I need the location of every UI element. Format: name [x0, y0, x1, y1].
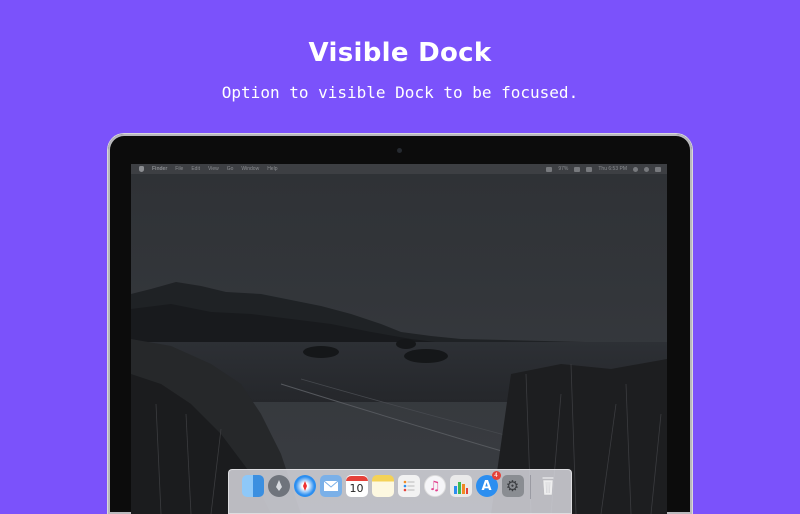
finder-icon[interactable]	[242, 475, 264, 497]
launchpad-icon[interactable]	[268, 475, 290, 497]
reminders-icon[interactable]	[398, 475, 420, 497]
input-source-icon[interactable]	[586, 167, 592, 172]
music-note-glyph: ♫	[429, 479, 441, 494]
bars-glyph	[453, 480, 469, 494]
notes-icon[interactable]	[372, 475, 394, 497]
calendar-date: 10	[350, 481, 364, 496]
app-store-glyph: A	[481, 479, 491, 494]
menu-view[interactable]: View	[208, 166, 219, 172]
gear-icon: ⚙	[506, 477, 519, 495]
camera-icon	[397, 148, 402, 153]
battery-percent[interactable]: 97%	[558, 166, 568, 172]
menu-go[interactable]: Go	[227, 166, 234, 172]
list-glyph	[402, 479, 416, 493]
calendar-icon[interactable]: 10	[346, 475, 368, 497]
dock-separator	[530, 475, 531, 499]
dock: 10 ♫ A	[228, 469, 572, 514]
envelope-glyph	[323, 480, 339, 492]
menu-app-name[interactable]: Finder	[152, 166, 167, 172]
wallpaper	[131, 174, 667, 514]
screen: Finder File Edit View Go Window Help 97%…	[131, 164, 667, 514]
app-store-icon[interactable]: A 4	[476, 475, 498, 497]
menu-file[interactable]: File	[175, 166, 183, 172]
trash-can-glyph	[541, 476, 555, 496]
battery-icon[interactable]	[574, 167, 580, 172]
menu-edit[interactable]: Edit	[191, 166, 200, 172]
numbers-icon[interactable]	[450, 475, 472, 497]
laptop-frame: Finder File Edit View Go Window Help 97%…	[108, 134, 692, 514]
page-title: Visible Dock	[0, 38, 800, 68]
mail-icon[interactable]	[320, 475, 342, 497]
app-store-badge: 4	[492, 471, 501, 480]
trash-icon[interactable]	[537, 475, 559, 497]
menu-bar: Finder File Edit View Go Window Help 97%…	[131, 164, 667, 174]
compass-glyph	[298, 479, 312, 493]
spotlight-icon[interactable]	[633, 167, 638, 172]
rocket-glyph	[272, 479, 286, 493]
siri-icon[interactable]	[644, 167, 649, 172]
notification-center-icon[interactable]	[655, 167, 661, 172]
safari-icon[interactable]	[294, 475, 316, 497]
wifi-icon[interactable]	[546, 167, 552, 172]
itunes-icon[interactable]: ♫	[424, 475, 446, 497]
system-preferences-icon[interactable]: ⚙	[502, 475, 524, 497]
apple-menu-icon[interactable]	[139, 166, 144, 172]
menu-clock[interactable]: Thu 6:53 PM	[598, 166, 627, 172]
menu-help[interactable]: Help	[267, 166, 277, 172]
menu-window[interactable]: Window	[241, 166, 259, 172]
page-subtitle: Option to visible Dock to be focused.	[0, 83, 800, 102]
